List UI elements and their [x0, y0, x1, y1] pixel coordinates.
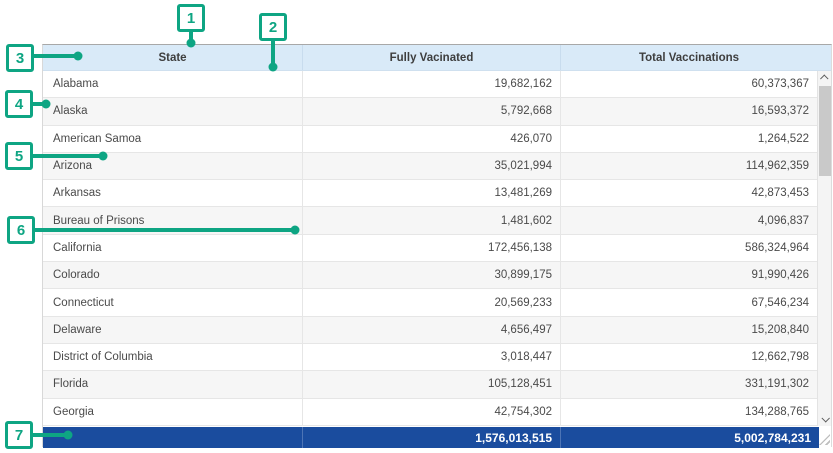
table-row[interactable]: District of Columbia 3,018,447 12,662,79…	[43, 344, 831, 371]
annotated-screenshot: State Fully Vacinated Total Vaccinations…	[0, 0, 833, 453]
fully-vaccinated-cell[interactable]: 30,899,175	[303, 262, 561, 288]
table-row[interactable]: Arkansas 13,481,269 42,873,453	[43, 180, 831, 207]
total-vaccinations-cell[interactable]: 67,546,234	[561, 289, 831, 315]
table-row[interactable]: Bureau of Prisons 1,481,602 4,096,837	[43, 207, 831, 234]
fully-vaccinated-cell[interactable]: 426,070	[303, 126, 561, 152]
total-vaccinations-cell[interactable]: 586,324,964	[561, 235, 831, 261]
fully-vaccinated-cell[interactable]: 19,682,162	[303, 71, 561, 97]
vaccination-table: State Fully Vacinated Total Vaccinations…	[42, 44, 832, 447]
fully-vaccinated-cell[interactable]: 1,481,602	[303, 207, 561, 233]
fully-vaccinated-cell[interactable]: 20,569,233	[303, 289, 561, 315]
total-vaccinations-cell[interactable]: 4,096,837	[561, 207, 831, 233]
total-vaccinations-cell[interactable]: 1,264,522	[561, 126, 831, 152]
table-row[interactable]: Connecticut 20,569,233 67,546,234	[43, 289, 831, 316]
table-body: Alabama 19,682,162 60,373,367 Alaska 5,7…	[43, 71, 831, 426]
callout-box-4: 4	[5, 90, 33, 118]
totals-state-cell	[43, 427, 303, 448]
totals-total-vaccinations: 5,002,784,231	[561, 427, 819, 448]
state-cell[interactable]: Bureau of Prisons	[43, 207, 303, 233]
state-cell[interactable]: Florida	[43, 371, 303, 397]
column-header-state[interactable]: State	[43, 45, 303, 70]
table-row[interactable]: Alaska 5,792,668 16,593,372	[43, 98, 831, 125]
column-header-total-vaccinations[interactable]: Total Vaccinations	[561, 45, 831, 70]
callout-box-1: 1	[177, 4, 205, 32]
fully-vaccinated-cell[interactable]: 172,456,138	[303, 235, 561, 261]
fully-vaccinated-cell[interactable]: 4,656,497	[303, 317, 561, 343]
fully-vaccinated-cell[interactable]: 3,018,447	[303, 344, 561, 370]
total-vaccinations-cell[interactable]: 60,373,367	[561, 71, 831, 97]
callout-box-3: 3	[6, 44, 34, 72]
scroll-up-button[interactable]	[818, 71, 831, 85]
total-vaccinations-cell[interactable]: 12,662,798	[561, 344, 831, 370]
callout-box-2: 2	[259, 13, 287, 41]
table-header-row: State Fully Vacinated Total Vaccinations	[43, 45, 831, 71]
fully-vaccinated-cell[interactable]: 105,128,451	[303, 371, 561, 397]
state-cell[interactable]: District of Columbia	[43, 344, 303, 370]
table-row[interactable]: Georgia 42,754,302 134,288,765	[43, 399, 831, 426]
fully-vaccinated-cell[interactable]: 35,021,994	[303, 153, 561, 179]
vertical-scrollbar[interactable]	[817, 71, 831, 426]
total-vaccinations-cell[interactable]: 331,191,302	[561, 371, 831, 397]
callout-box-5: 5	[5, 142, 33, 170]
table-row[interactable]: California 172,456,138 586,324,964	[43, 235, 831, 262]
total-vaccinations-cell[interactable]: 134,288,765	[561, 399, 831, 425]
table-row[interactable]: Arizona 35,021,994 114,962,359	[43, 153, 831, 180]
total-vaccinations-cell[interactable]: 114,962,359	[561, 153, 831, 179]
fully-vaccinated-cell[interactable]: 13,481,269	[303, 180, 561, 206]
scrollbar-thumb[interactable]	[819, 86, 831, 176]
state-cell[interactable]: California	[43, 235, 303, 261]
table-row[interactable]: American Samoa 426,070 1,264,522	[43, 126, 831, 153]
table-row[interactable]: Alabama 19,682,162 60,373,367	[43, 71, 831, 98]
total-vaccinations-cell[interactable]: 91,990,426	[561, 262, 831, 288]
total-vaccinations-cell[interactable]: 15,208,840	[561, 317, 831, 343]
table-row[interactable]: Colorado 30,899,175 91,990,426	[43, 262, 831, 289]
chevron-up-icon	[820, 74, 828, 82]
callout-box-6: 6	[7, 216, 35, 244]
state-cell[interactable]: Alabama	[43, 71, 303, 97]
state-cell[interactable]: American Samoa	[43, 126, 303, 152]
scroll-down-button[interactable]	[818, 412, 831, 426]
column-header-fully-vaccinated[interactable]: Fully Vacinated	[303, 45, 561, 70]
state-cell[interactable]: Alaska	[43, 98, 303, 124]
fully-vaccinated-cell[interactable]: 5,792,668	[303, 98, 561, 124]
total-vaccinations-cell[interactable]: 42,873,453	[561, 180, 831, 206]
resize-grip-icon	[819, 434, 830, 445]
table-row[interactable]: Delaware 4,656,497 15,208,840	[43, 317, 831, 344]
totals-row: 1,576,013,515 5,002,784,231	[43, 427, 819, 448]
totals-fully-vaccinated: 1,576,013,515	[303, 427, 561, 448]
total-vaccinations-cell[interactable]: 16,593,372	[561, 98, 831, 124]
state-cell[interactable]: Georgia	[43, 399, 303, 425]
state-cell[interactable]: Arkansas	[43, 180, 303, 206]
state-cell[interactable]: Colorado	[43, 262, 303, 288]
chevron-down-icon	[821, 414, 829, 422]
table-row[interactable]: Florida 105,128,451 331,191,302	[43, 371, 831, 398]
state-cell[interactable]: Delaware	[43, 317, 303, 343]
callout-box-7: 7	[5, 421, 33, 449]
state-cell[interactable]: Connecticut	[43, 289, 303, 315]
state-cell[interactable]: Arizona	[43, 153, 303, 179]
fully-vaccinated-cell[interactable]: 42,754,302	[303, 399, 561, 425]
